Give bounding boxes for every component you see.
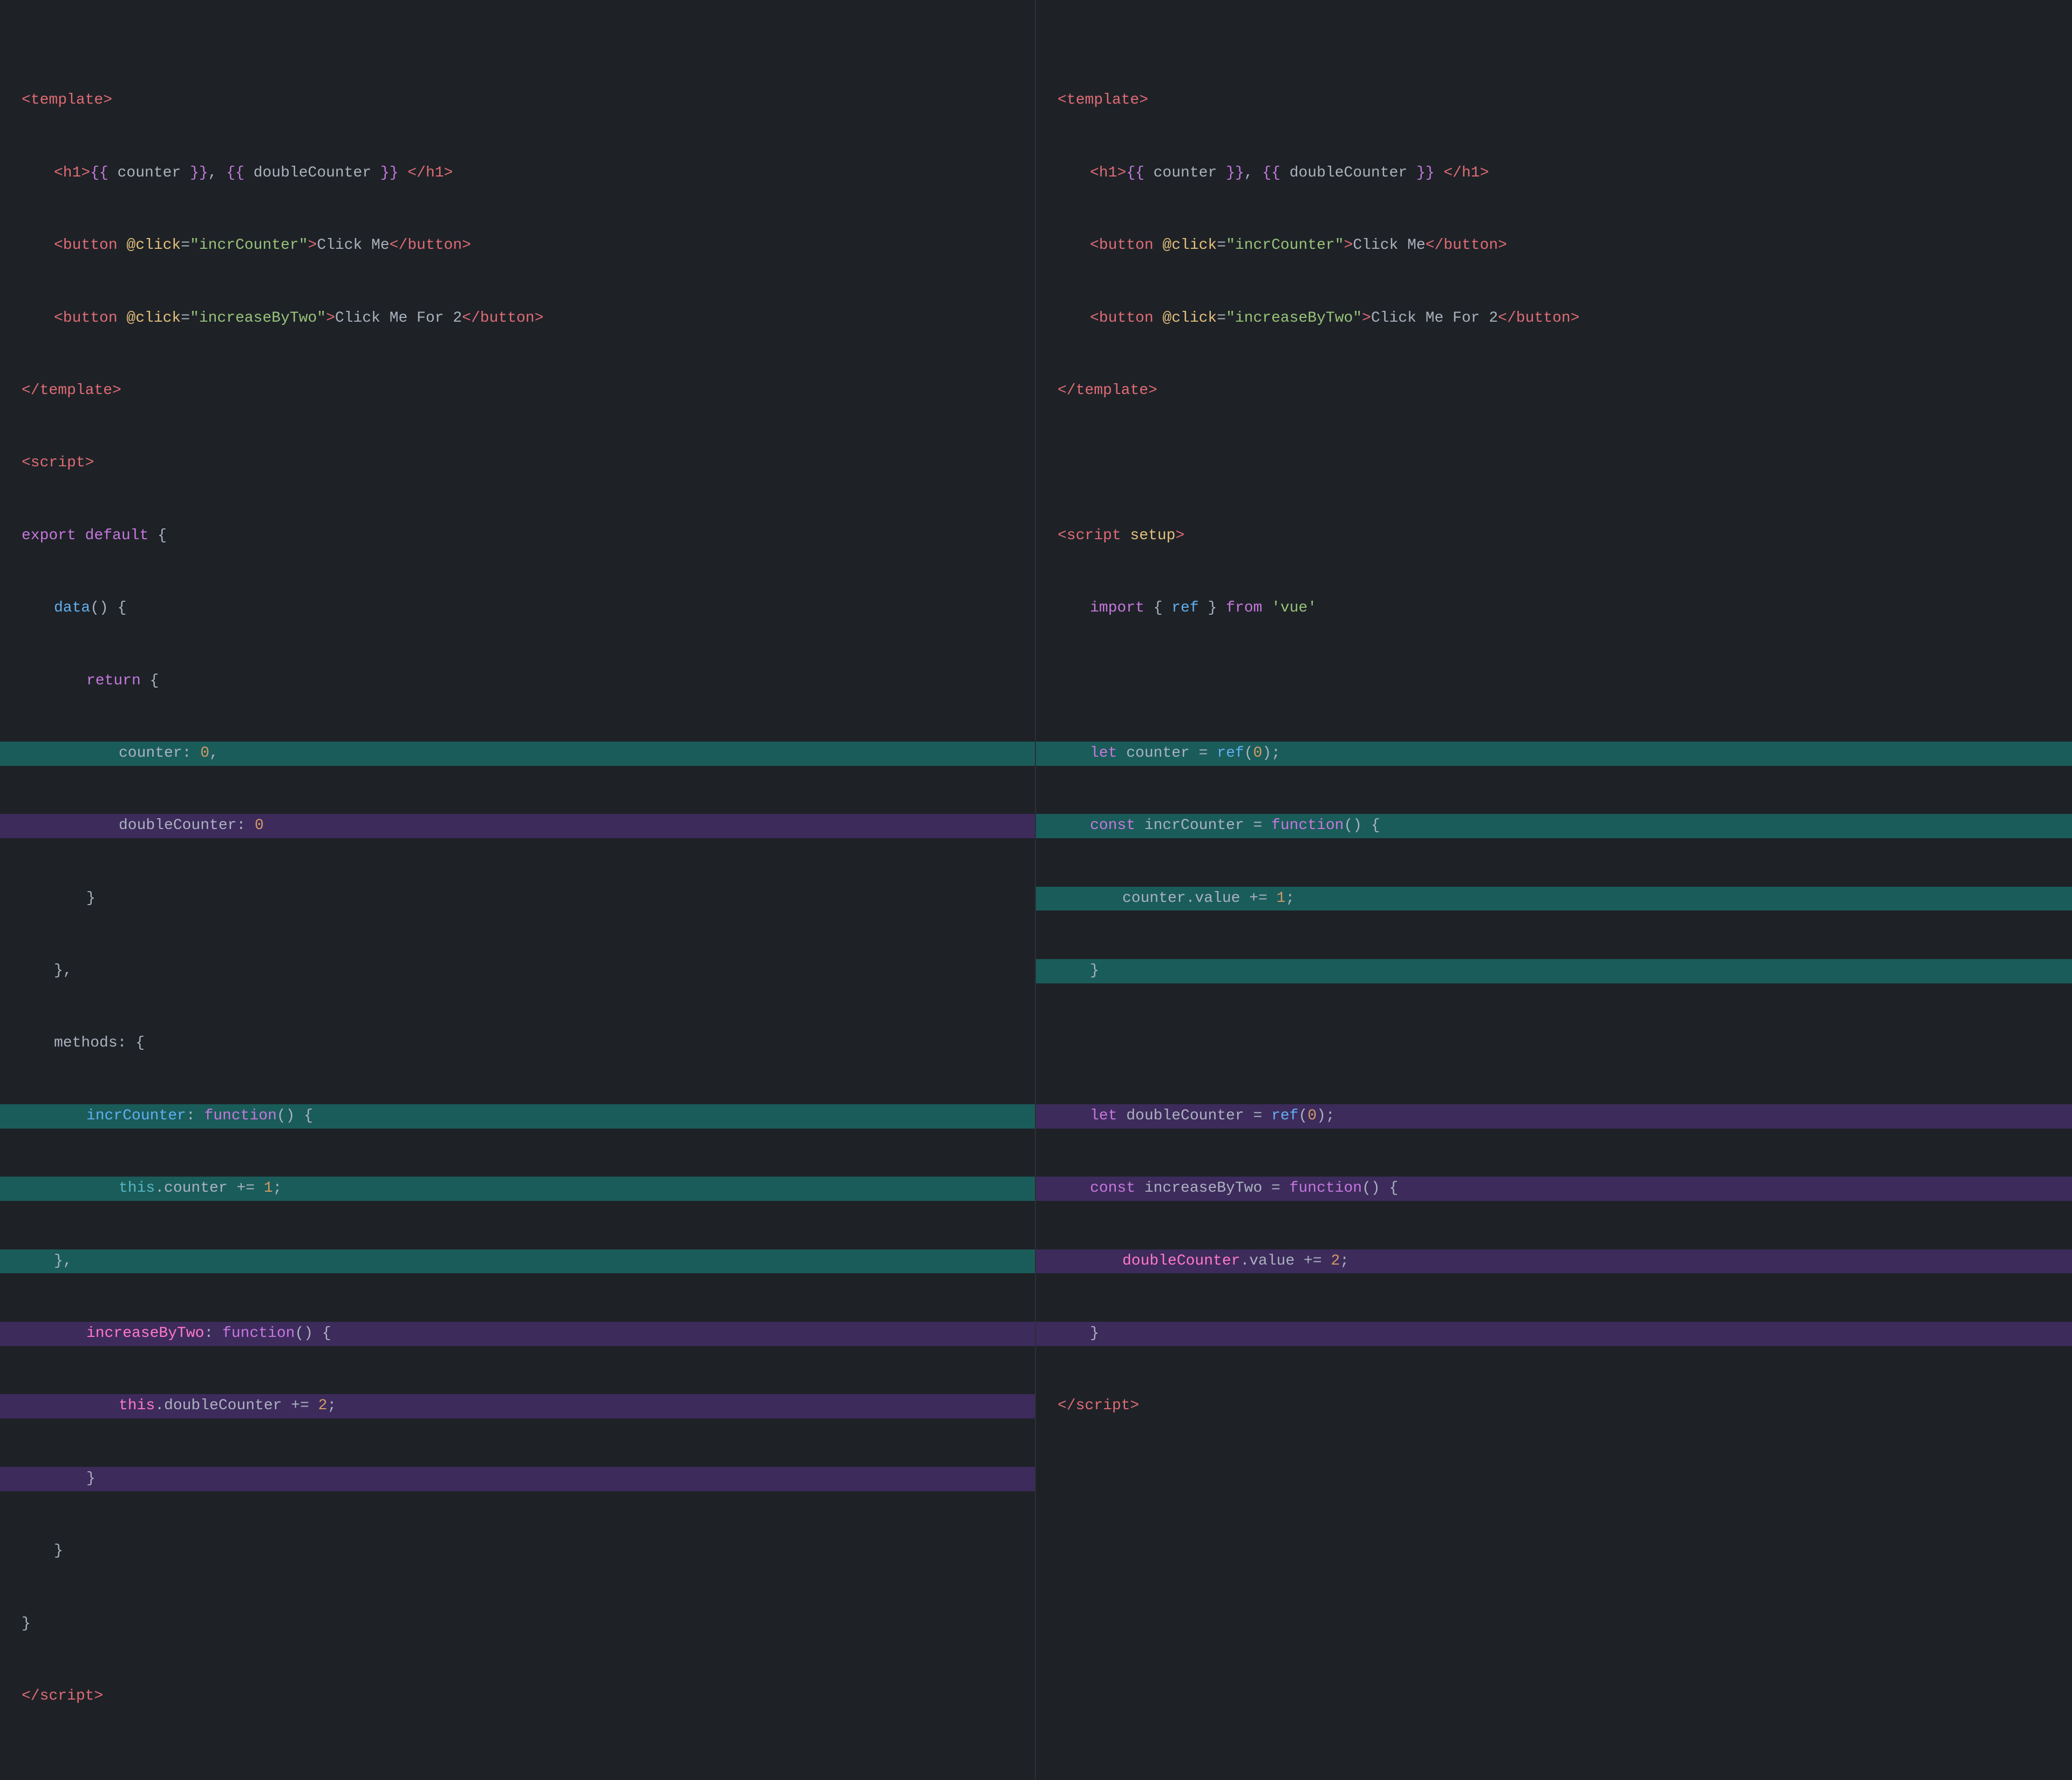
line-data-fn: data() { [22, 596, 1013, 621]
line-button-increase: <button @click="increaseByTwo">Click Me … [22, 307, 1013, 331]
r-line-increase-close: } [1036, 1322, 2072, 1346]
line-template-close: </template> [22, 379, 1013, 403]
r-line-empty3 [1058, 1031, 2050, 1056]
line-methods-open: methods: { [22, 1031, 1013, 1056]
line-export-default: export default { [22, 524, 1013, 548]
r-line-let-double: let doubleCounter = ref(0); [1036, 1104, 2072, 1129]
r-line-template-close: </template> [1058, 379, 2050, 403]
right-code-block: <template> <h1>{{ counter }}, {{ doubleC… [1058, 16, 2050, 1491]
r-line-empty2 [1058, 669, 2050, 694]
r-line-double-value: doubleCounter.value += 2; [1036, 1249, 2072, 1274]
r-line-h1: <h1>{{ counter }}, {{ doubleCounter }} <… [1058, 161, 2050, 186]
r-line-button-increase: <button @click="increaseByTwo">Click Me … [1058, 307, 2050, 331]
left-pane: <template> <h1>{{ counter }}, {{ doubleC… [0, 0, 1036, 1780]
line-this-counter: this.counter += 1; [0, 1177, 1035, 1201]
line-script-open: <script> [22, 451, 1013, 475]
line-counter-zero: counter: 0, [0, 742, 1035, 766]
line-export-close: } [22, 1612, 1013, 1636]
line-return-open: return { [22, 669, 1013, 694]
line-this-double: this.doubleCounter += 2; [0, 1394, 1035, 1418]
line-return-close: } [22, 887, 1013, 911]
r-line-const-increase: const increaseByTwo = function() { [1036, 1177, 2072, 1201]
r-line-script-close: </script> [1058, 1394, 2050, 1418]
line-incr-fn-open: incrCounter: function() { [0, 1104, 1035, 1129]
right-pane: <template> <h1>{{ counter }}, {{ doubleC… [1036, 0, 2072, 1780]
line-h1: <h1>{{ counter }}, {{ doubleCounter }} <… [22, 161, 1013, 186]
r-line-template-open: <template> [1058, 89, 2050, 113]
line-increase-fn-close: } [0, 1467, 1035, 1491]
line-data-close: }, [22, 959, 1013, 983]
r-line-const-incr: const incrCounter = function() { [1036, 814, 2072, 838]
line-template-open: <template> [22, 89, 1013, 113]
r-line-import: import { ref } from 'vue' [1058, 596, 2050, 621]
line-methods-close: } [22, 1539, 1013, 1564]
line-incr-fn-close: }, [0, 1249, 1035, 1274]
line-script-close: </script> [22, 1684, 1013, 1709]
r-line-let-counter: let counter = ref(0); [1036, 742, 2072, 766]
r-line-button-incr: <button @click="incrCounter">Click Me</b… [1058, 234, 2050, 258]
left-code-block: <template> <h1>{{ counter }}, {{ doubleC… [22, 16, 1013, 1780]
r-line-counter-value: counter.value += 1; [1036, 887, 2072, 911]
line-increase-fn-open: increaseByTwo: function() { [0, 1322, 1035, 1346]
line-button-incr: <button @click="incrCounter">Click Me</b… [22, 234, 1013, 258]
r-line-empty [1058, 451, 2050, 475]
line-double-counter-zero: doubleCounter: 0 [0, 814, 1035, 838]
r-line-incr-close: } [1036, 959, 2072, 983]
r-line-script-setup: <script setup> [1058, 524, 2050, 548]
